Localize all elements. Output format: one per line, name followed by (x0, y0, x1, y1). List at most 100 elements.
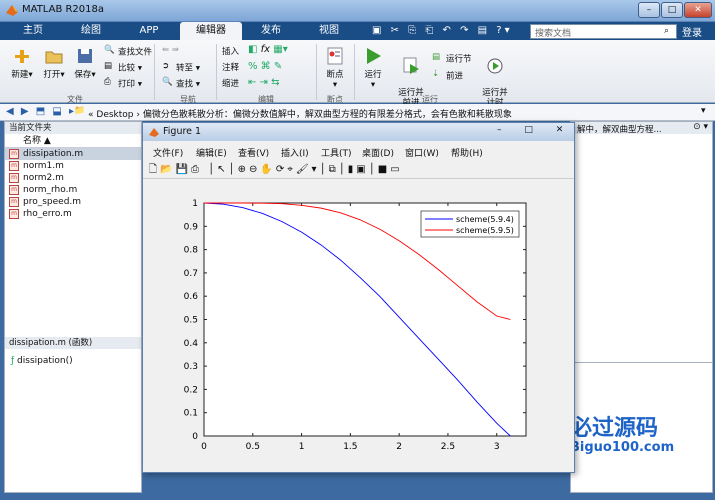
edit-icons-row3[interactable]: ⇤ ⇥ ⇆ (248, 77, 280, 88)
advance-button[interactable]: ⇣ 前进 (432, 69, 463, 83)
column-header-name[interactable]: 名称 ▲ (5, 134, 141, 148)
pan-icon[interactable]: ✋ (260, 164, 275, 175)
search-icon[interactable]: ⌕ (664, 26, 669, 36)
y-tick-label: 0.1 (184, 409, 198, 419)
y-tick-label: 0.4 (184, 339, 199, 349)
m-file-icon: m (9, 161, 19, 171)
run-advance-icon (400, 56, 422, 76)
menu-file[interactable]: 文件(F) (153, 146, 183, 159)
current-folder-title: 当前文件夹 (5, 122, 141, 134)
colorbar-icon[interactable]: ▮ (348, 164, 357, 175)
y-tick-label: 0.6 (184, 292, 199, 302)
print-label: 打印 (118, 79, 136, 90)
open-file-icon[interactable]: 📂 (160, 164, 175, 175)
run-section-button[interactable]: ▤ 运行节 (432, 52, 472, 66)
new-figure-icon[interactable]: 🗋 (149, 164, 160, 175)
quick-access-toolbar[interactable]: ▣ ✂ ⎘ ⎗ ↶ ↷ ▤ ?▾ (372, 25, 513, 36)
zoom-in-icon[interactable]: ⊕ (238, 164, 249, 175)
pointer-icon[interactable]: ↖ (217, 164, 228, 175)
path-folder[interactable]: Desktop (96, 110, 133, 120)
new-button[interactable]: 新建▾ (8, 46, 36, 80)
breakpoints-button[interactable]: 断点 ▾ (320, 46, 350, 90)
find-button[interactable]: 🔍 查找 ▾ (162, 77, 200, 91)
find-files-button[interactable]: 🔍 查找文件 (104, 45, 152, 59)
editor-title-snippet: 解中，解双曲型方程... (577, 125, 662, 135)
path-separator: › (136, 110, 140, 120)
menu-window[interactable]: 窗口(W) (405, 146, 439, 159)
brush-icon[interactable]: 🖌 (296, 164, 312, 175)
search-input[interactable]: 搜索文档 (530, 24, 677, 39)
nav-buttons[interactable]: ◀ ▶ ⬒ ⬓ ▸ (6, 106, 76, 117)
maximize-button[interactable]: □ (661, 2, 683, 18)
close-button[interactable]: ✕ (684, 2, 712, 18)
hide-tools-icon[interactable]: ■ (378, 164, 390, 175)
x-tick-label: 1.5 (343, 442, 357, 452)
path-dropdown-icon[interactable]: ▾ (701, 106, 706, 116)
find-icon: 🔍 (162, 77, 173, 87)
app-title: MATLAB R2018a (22, 4, 105, 15)
link-plot-icon[interactable]: ⧉ (329, 164, 339, 175)
zoom-out-icon[interactable]: ⊖ (249, 164, 260, 175)
print-figure-icon[interactable]: ⎙ (191, 164, 202, 175)
data-cursor-icon[interactable]: ⌖ (287, 164, 296, 175)
save-button[interactable]: 保存▾ (72, 46, 98, 80)
tab-editor[interactable]: 编辑器 (180, 22, 242, 40)
tab-home[interactable]: 主页 (8, 22, 58, 40)
tab-plots[interactable]: 绘图 (66, 22, 116, 40)
file-name: pro_speed.m (23, 197, 82, 207)
file-name: norm2.m (23, 173, 64, 183)
current-path[interactable]: « Desktop › 偏微分色散耗散分析：偏微分数值解中，解双曲型方程的有限差… (88, 107, 512, 120)
menu-tools[interactable]: 工具(T) (321, 146, 352, 159)
compare-button[interactable]: ▤ 比较 ▾ (104, 61, 142, 75)
file-item[interactable]: m pro_speed.m (5, 196, 141, 208)
minimize-button[interactable]: – (638, 2, 660, 18)
file-item[interactable]: m norm1.m (5, 160, 141, 172)
group-separator (216, 44, 217, 100)
y-tick-label: 0.9 (184, 222, 199, 232)
menu-help[interactable]: 帮助(H) (451, 146, 483, 159)
indent-button[interactable]: 缩进 (222, 77, 239, 89)
menu-insert[interactable]: 插入(I) (281, 146, 309, 159)
tab-view[interactable]: 视图 (304, 22, 354, 40)
file-name: norm_rho.m (23, 185, 78, 195)
run-and-time-button[interactable]: 运行并 计时 (478, 46, 512, 108)
rotate-icon[interactable]: ⟳ (276, 164, 287, 175)
save-figure-icon[interactable]: 💾 (176, 164, 191, 175)
figure-toolbar-buttons[interactable]: 🗋📂💾⎙ │↖│⊕⊖✋⟳⌖🖌▾│⧉│▮▣│■▭ (149, 162, 403, 179)
plot-area[interactable]: 0 0.5 1 1.5 2 2.5 3 0 0.1 0.2 0.3 0.4 0.5 0.6 0.7 0.8 0.… (143, 180, 574, 472)
insert-button[interactable]: 插入 (222, 45, 239, 57)
menu-desktop[interactable]: 桌面(D) (362, 146, 394, 159)
legend-icon[interactable]: ▣ (356, 164, 368, 175)
tab-publish[interactable]: 发布 (246, 22, 296, 40)
comment-button[interactable]: 注释 (222, 61, 239, 73)
file-item[interactable]: m norm_rho.m (5, 184, 141, 196)
login-link[interactable]: 登录 (682, 24, 702, 39)
print-button[interactable]: ⎙ 打印 ▾ (104, 77, 142, 91)
goto-label: 转至 (176, 63, 194, 74)
figure-window-controls[interactable]: – □ ✕ (497, 125, 573, 135)
path-current-file[interactable]: 偏微分色散耗散分析：偏微分数值解中，解双曲型方程的有限差分格式，会有色散和耗散现… (143, 110, 512, 120)
file-item[interactable]: m dissipation.m (5, 148, 141, 160)
edit-icons-row2[interactable]: % ⌘ ✎ (248, 61, 282, 72)
run-time-icon (484, 56, 506, 76)
edit-icons-row1[interactable]: ◧ fx ▦▾ (248, 44, 288, 55)
file-name: dissipation.m (23, 149, 84, 159)
breakpoints-icon (324, 46, 346, 66)
open-button[interactable]: 打开▾ (40, 46, 68, 80)
menu-view[interactable]: 查看(V) (238, 146, 269, 159)
show-tools-icon[interactable]: ▭ (390, 164, 402, 175)
m-file-icon: m (9, 209, 19, 219)
new-label: 新建 (11, 70, 29, 80)
panel-close-icon[interactable]: ⊙ ▾ (693, 122, 708, 132)
folder-icon: 📁 (74, 106, 86, 116)
file-item[interactable]: m rho_erro.m (5, 208, 141, 220)
tab-apps[interactable]: APP (124, 22, 174, 40)
menu-edit[interactable]: 编辑(E) (196, 146, 227, 159)
goto-button[interactable]: ➲ 转至 ▾ (162, 61, 200, 75)
run-button[interactable]: 运行 ▾ (358, 46, 388, 90)
x-tick-label: 0 (201, 442, 207, 452)
file-item[interactable]: m norm2.m (5, 172, 141, 184)
figure-window: Figure 1 – □ ✕ 文件(F) 编辑(E) 查看(V) 插入(I) 工… (142, 122, 575, 473)
details-function-item[interactable]: ƒ dissipation() (11, 356, 73, 366)
run-section-label: 运行节 (446, 54, 472, 65)
